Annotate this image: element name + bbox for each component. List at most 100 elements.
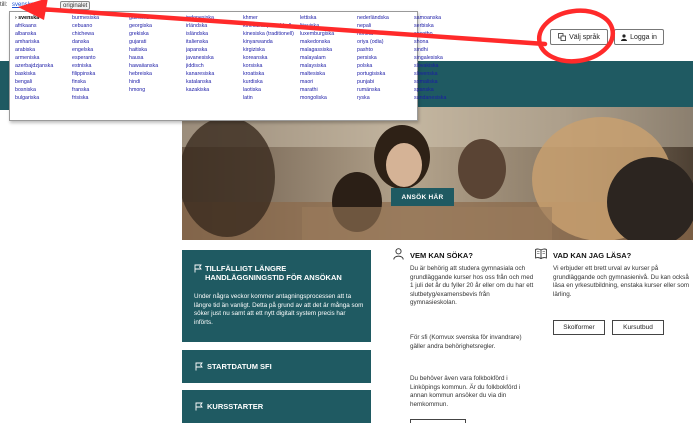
language-option[interactable]: shona bbox=[414, 38, 458, 46]
language-option[interactable]: hmong bbox=[129, 86, 183, 94]
language-option[interactable]: pashto bbox=[357, 46, 411, 54]
language-option[interactable]: marathi bbox=[300, 86, 354, 94]
language-option[interactable]: serbiska bbox=[414, 22, 458, 30]
language-option[interactable]: sundanesiska bbox=[414, 94, 458, 102]
language-option[interactable]: filippinska bbox=[72, 70, 126, 78]
language-option[interactable]: jiddisch bbox=[186, 62, 240, 70]
language-option[interactable]: indonesiska bbox=[186, 14, 240, 22]
language-option[interactable]: maori bbox=[300, 78, 354, 86]
language-option[interactable]: ryska bbox=[357, 94, 411, 102]
language-option[interactable]: norska bbox=[357, 30, 411, 38]
language-option[interactable]: sesotho bbox=[414, 30, 458, 38]
language-option[interactable]: estniska bbox=[72, 62, 126, 70]
language-option[interactable]: engelska bbox=[72, 46, 126, 54]
language-option[interactable]: finska bbox=[72, 78, 126, 86]
language-option[interactable]: bosniska bbox=[15, 86, 69, 94]
language-option[interactable]: georgiska bbox=[129, 22, 183, 30]
language-option[interactable]: kinesiska (förenklad) bbox=[243, 22, 297, 30]
language-option[interactable]: katalanska bbox=[186, 78, 240, 86]
language-option[interactable]: esperanto bbox=[72, 54, 126, 62]
language-option[interactable]: litauiska bbox=[300, 22, 354, 30]
language-empty-cell bbox=[72, 102, 126, 110]
language-option[interactable]: lettiska bbox=[300, 14, 354, 22]
language-option[interactable]: kinesiska (traditionell) bbox=[243, 30, 297, 38]
language-option[interactable]: hebreiska bbox=[129, 70, 183, 78]
language-option[interactable]: kanaresiska bbox=[186, 70, 240, 78]
language-option[interactable]: chichewa bbox=[72, 30, 126, 38]
language-option[interactable]: baskiska bbox=[15, 70, 69, 78]
language-option[interactable]: amhariska bbox=[15, 38, 69, 46]
language-option[interactable]: gujarati bbox=[129, 38, 183, 46]
language-option[interactable]: galiciska bbox=[129, 14, 183, 22]
language-option[interactable]: nederländska bbox=[357, 14, 411, 22]
language-option[interactable]: slovakiska bbox=[414, 62, 458, 70]
language-option[interactable]: kirgiziska bbox=[243, 46, 297, 54]
language-option[interactable]: spanska bbox=[414, 86, 458, 94]
language-option[interactable]: oriya (odia) bbox=[357, 38, 411, 46]
language-option[interactable]: persiska bbox=[357, 54, 411, 62]
language-option[interactable]: albanska bbox=[15, 30, 69, 38]
language-option[interactable]: somaliska bbox=[414, 78, 458, 86]
language-option[interactable]: laotiska bbox=[243, 86, 297, 94]
login-button[interactable]: Logga in bbox=[614, 29, 664, 45]
choose-language-button[interactable]: Välj språk bbox=[550, 29, 608, 45]
language-option[interactable]: korsiska bbox=[243, 62, 297, 70]
language-option[interactable]: armeniska bbox=[15, 54, 69, 62]
language-option[interactable]: frisiska bbox=[72, 94, 126, 102]
language-option[interactable]: hindi bbox=[129, 78, 183, 86]
language-option[interactable]: italienska bbox=[186, 38, 240, 46]
language-option[interactable]: malaysiska bbox=[300, 62, 354, 70]
course-starts-card[interactable]: KURSSTARTER bbox=[182, 390, 371, 423]
language-option[interactable]: kazakiska bbox=[186, 86, 240, 94]
language-option[interactable]: irländska bbox=[186, 22, 240, 30]
language-option[interactable]: burmesiska bbox=[72, 14, 126, 22]
language-option[interactable]: bengali bbox=[15, 78, 69, 86]
language-option[interactable]: portugisiska bbox=[357, 70, 411, 78]
language-option[interactable]: polska bbox=[357, 62, 411, 70]
language-option[interactable]: › svenska bbox=[15, 14, 69, 22]
school-forms-button[interactable]: Skolformer bbox=[553, 320, 605, 335]
language-option[interactable]: kurdiska bbox=[243, 78, 297, 86]
language-option[interactable]: kinyarwanda bbox=[243, 38, 297, 46]
language-empty-cell bbox=[72, 110, 126, 118]
language-option[interactable]: punjabi bbox=[357, 78, 411, 86]
language-option[interactable]: samoanska bbox=[414, 14, 458, 22]
language-option[interactable]: franska bbox=[72, 86, 126, 94]
course-catalog-button[interactable]: Kursutbud bbox=[612, 320, 664, 335]
language-option[interactable]: koreanska bbox=[243, 54, 297, 62]
read-more-button[interactable] bbox=[410, 419, 466, 423]
show-original-button[interactable]: originalet bbox=[60, 1, 91, 10]
language-option[interactable]: japanska bbox=[186, 46, 240, 54]
language-option[interactable]: malayalam bbox=[300, 54, 354, 62]
language-option[interactable]: malagassiska bbox=[300, 46, 354, 54]
language-option[interactable]: kroatiska bbox=[243, 70, 297, 78]
language-option[interactable]: haitiska bbox=[129, 46, 183, 54]
language-option[interactable]: bulgariska bbox=[15, 94, 69, 102]
language-option[interactable]: latin bbox=[243, 94, 297, 102]
language-option[interactable]: javanesiska bbox=[186, 54, 240, 62]
language-option[interactable]: luxemburgiska bbox=[300, 30, 354, 38]
apply-here-button[interactable]: ANSÖK HÄR bbox=[391, 188, 454, 206]
language-option[interactable]: arabiska bbox=[15, 46, 69, 54]
language-option[interactable]: rumänska bbox=[357, 86, 411, 94]
language-option[interactable]: grekiska bbox=[129, 30, 183, 38]
current-language-link[interactable]: svenska bbox=[12, 0, 34, 11]
sfi-start-dates-card[interactable]: STARTDATUM SFI bbox=[182, 350, 371, 383]
language-option[interactable]: cebuano bbox=[72, 22, 126, 30]
language-option[interactable]: danska bbox=[72, 38, 126, 46]
longer-processing-card[interactable]: TILLFÄLLIGT LÄNGRE HANDLÄGGNINGSTID FÖR … bbox=[182, 250, 371, 342]
language-option[interactable]: makedonska bbox=[300, 38, 354, 46]
language-option[interactable]: singalesiska bbox=[414, 54, 458, 62]
language-option[interactable]: nepali bbox=[357, 22, 411, 30]
language-option[interactable]: khmer bbox=[243, 14, 297, 22]
language-option[interactable]: slovenska bbox=[414, 70, 458, 78]
language-option[interactable]: afrikaans bbox=[15, 22, 69, 30]
language-option[interactable]: mongoliska bbox=[300, 94, 354, 102]
dropdown-checkbox-icon[interactable] bbox=[32, 3, 38, 9]
language-option[interactable]: isländska bbox=[186, 30, 240, 38]
language-option[interactable]: sindhi bbox=[414, 46, 458, 54]
language-option[interactable]: hawaiianska bbox=[129, 62, 183, 70]
language-option[interactable]: azerbajdzjanska bbox=[15, 62, 69, 70]
language-option[interactable]: hausa bbox=[129, 54, 183, 62]
language-option[interactable]: maltesiska bbox=[300, 70, 354, 78]
